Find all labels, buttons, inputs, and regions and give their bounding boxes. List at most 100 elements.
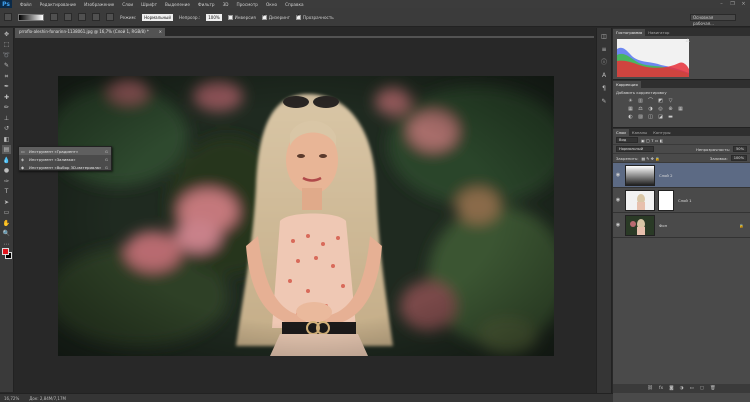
info-panel-icon[interactable]: ⓘ [600,58,609,67]
vibrance-icon[interactable]: ▽ [667,98,674,105]
dither-option[interactable]: Дизеринг [261,13,290,20]
add-mask-icon[interactable]: ◙ [669,386,673,391]
new-layer-icon[interactable]: ▢ [700,386,704,391]
diamond-gradient-button[interactable] [106,13,114,21]
marquee-tool-icon[interactable]: ⬚ [2,40,11,49]
restore-icon[interactable]: ❐ [730,1,735,7]
selective-color-icon[interactable]: ◪ [657,114,664,121]
shape-tool-icon[interactable]: ▭ [2,208,11,217]
brightness-icon[interactable]: ☀ [627,98,634,105]
eyedropper-tool-icon[interactable]: ✒ [2,82,11,91]
tab-histogram[interactable]: Гистограмма [613,29,646,36]
layer-kind-filter[interactable]: Вид [616,137,638,143]
foreground-color-swatch[interactable] [2,248,9,255]
link-layers-icon[interactable]: ⛓ [647,386,653,391]
black-white-icon[interactable]: ◑ [647,106,654,113]
gradient-picker[interactable] [18,13,44,21]
reflected-gradient-button[interactable] [92,13,100,21]
menu-type[interactable]: Шрифт [141,2,157,7]
angle-gradient-button[interactable] [78,13,86,21]
menu-file[interactable]: Файл [20,2,32,7]
brush-tool-icon[interactable]: ✏ [2,103,11,112]
transparency-option[interactable]: Прозрачность [295,13,334,20]
history-brush-icon[interactable]: ↺ [2,124,11,133]
flyout-item-gradient[interactable]: ▭ Инструмент «Градиент» G [19,147,111,155]
canvas-image[interactable] [58,76,554,356]
lock-icons[interactable]: ▦ ✎ ✥ 🔒 [641,156,659,161]
menu-edit[interactable]: Редактирование [40,2,77,7]
layer-row-sloy1[interactable]: ◉ Слой 1 [613,188,750,213]
menu-layers[interactable]: Слои [122,2,133,7]
flyout-item-3d-material[interactable]: ◆ Инструмент «Выбор 3D-материала» G [19,163,111,171]
quick-select-tool-icon[interactable]: ✎ [2,61,11,70]
menu-window[interactable]: Окно [266,2,277,7]
group-icon[interactable]: ▭ [690,386,694,391]
color-lookup-icon[interactable]: ▦ [677,106,684,113]
photo-filter-icon[interactable]: ◎ [657,106,664,113]
linear-gradient-button[interactable] [50,13,58,21]
adjustment-layer-icon[interactable]: ◑ [680,386,684,391]
minimize-icon[interactable]: – [719,1,724,7]
warning-icon[interactable]: ⚠ [686,38,690,44]
zoom-tool-icon[interactable]: 🔍 [2,229,11,238]
delete-layer-icon[interactable]: 🗑 [710,386,716,391]
layer-name[interactable]: Слой 2 [659,173,673,178]
menu-3d[interactable]: 3D [223,2,229,7]
gradient-map-icon[interactable]: ▬ [667,114,674,121]
healing-brush-icon[interactable]: ✚ [2,93,11,102]
layer-row-background[interactable]: ◉ Фон 🔒 [613,213,750,238]
workspace-select[interactable]: Основная рабочая... [690,13,736,26]
gradient-tool-icon[interactable]: ▤ [2,145,11,154]
posterize-icon[interactable]: ▨ [637,114,644,121]
menu-help[interactable]: Справка [285,2,303,7]
curves-icon[interactable]: ⌒ [647,98,654,105]
lasso-tool-icon[interactable]: ➰ [2,51,11,60]
dither-checkbox[interactable] [261,13,267,20]
clone-stamp-icon[interactable]: ⊥ [2,114,11,123]
layer-opacity-input[interactable]: 50% [733,146,747,152]
blur-tool-icon[interactable]: 💧 [2,156,11,165]
reverse-option[interactable]: Инверсия [227,14,256,20]
blend-mode-select[interactable]: Нормальный [616,146,654,152]
color-balance-icon[interactable]: ⚖ [637,106,644,113]
brush-panel-icon[interactable]: ✎ [600,97,609,106]
channel-mixer-icon[interactable]: ⊕ [667,106,674,113]
threshold-icon[interactable]: ◫ [647,114,654,121]
character-panel-icon[interactable]: A [600,71,609,80]
layer-name[interactable]: Фон [659,223,667,228]
zoom-level[interactable]: 16,72% [4,396,19,401]
flyout-item-paint-bucket[interactable]: ◈ Инструмент «Заливка» G [19,155,111,163]
invert-icon[interactable]: ◐ [627,114,634,121]
exposure-icon[interactable]: ◩ [657,98,664,105]
paragraph-panel-icon[interactable]: ¶ [600,84,609,93]
menu-filter[interactable]: Фильтр [198,2,215,7]
visibility-eye-icon[interactable]: ◉ [613,172,623,178]
move-tool-icon[interactable]: ✥ [2,30,11,39]
document-size[interactable]: Док: 2,84M/7,17M [29,396,66,401]
tab-navigator[interactable]: Навигатор [645,29,672,36]
path-select-icon[interactable]: ➤ [2,198,11,207]
tab-paths[interactable]: Контуры [650,129,673,136]
eraser-tool-icon[interactable]: ◧ [2,135,11,144]
menu-select[interactable]: Выделение [165,2,190,7]
tab-channels[interactable]: Каналы [629,129,650,136]
history-panel-icon[interactable]: ◫ [600,32,609,41]
filter-icons[interactable]: ▣ ◯ T ▭ ◧ [641,138,663,143]
layer-mask-thumbnail[interactable] [658,189,674,211]
reverse-checkbox[interactable] [227,15,233,20]
layer-style-icon[interactable]: fx [659,386,663,391]
crop-tool-icon[interactable]: ⌗ [2,72,11,81]
tab-adjustments[interactable]: Коррекция [613,81,641,88]
tool-preset-picker[interactable] [4,13,12,21]
transparency-checkbox[interactable] [295,13,301,20]
visibility-eye-icon[interactable]: ◉ [613,222,623,228]
canvas-area[interactable] [15,38,594,393]
dodge-tool-icon[interactable]: ● [2,166,11,175]
tab-layers[interactable]: Слои [613,129,629,136]
document-tab[interactable]: prroflo-aleshin-fonarinn-1138061.jpg @ 1… [15,28,165,36]
radial-gradient-button[interactable] [64,13,72,21]
visibility-eye-icon[interactable]: ◉ [613,197,623,203]
close-icon[interactable]: × [741,1,746,7]
mode-select[interactable]: Нормальный [142,13,173,21]
properties-panel-icon[interactable]: ≡ [600,45,609,54]
